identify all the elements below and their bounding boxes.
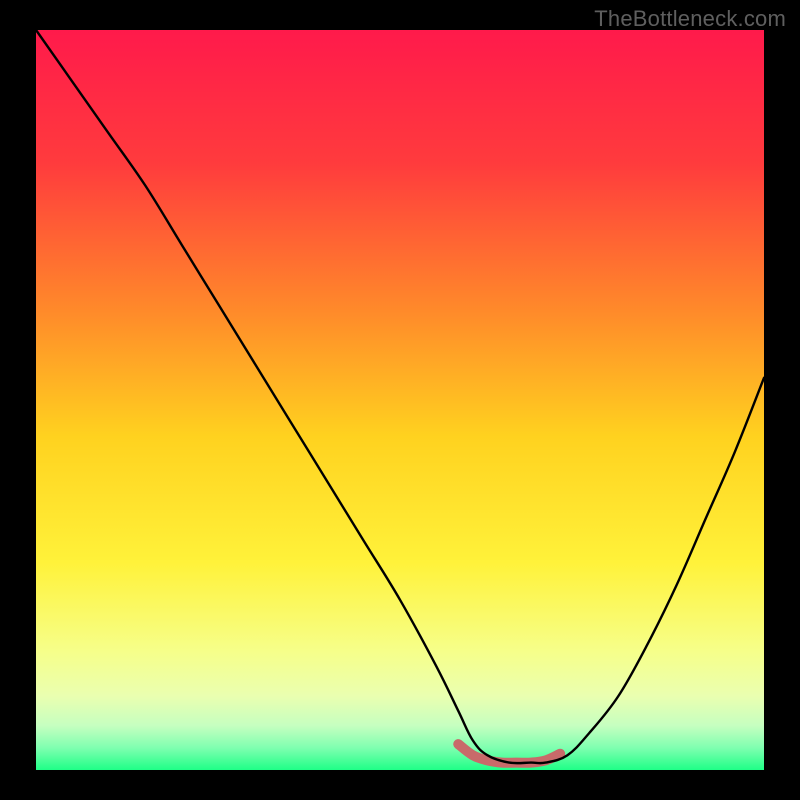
chart-frame: TheBottleneck.com xyxy=(0,0,800,800)
bottleneck-chart xyxy=(0,0,800,800)
watermark-text: TheBottleneck.com xyxy=(594,6,786,32)
plot-background xyxy=(36,30,764,770)
